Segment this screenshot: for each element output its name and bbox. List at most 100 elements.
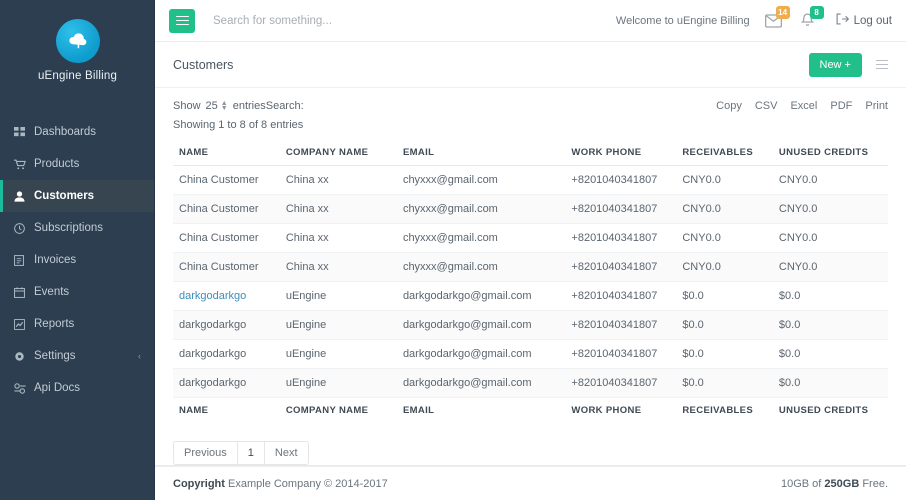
- cell-credits: $0.0: [772, 339, 888, 369]
- sidebar-item-events[interactable]: Events: [0, 276, 155, 308]
- page-length-value: 25: [205, 100, 218, 112]
- sidebar-item-customers[interactable]: Customers: [0, 180, 155, 212]
- hamburger-icon[interactable]: [169, 8, 195, 33]
- cell-company: China xx: [279, 252, 397, 282]
- pagination-previous[interactable]: Previous: [173, 441, 237, 465]
- table-row[interactable]: darkgodarkgo uEngine darkgodarkgo@gmail.co…: [173, 368, 888, 398]
- cell-company: uEngine: [279, 368, 397, 398]
- list-icon[interactable]: [876, 59, 888, 70]
- user-icon: [14, 190, 31, 202]
- cell-credits: $0.0: [772, 368, 888, 398]
- customers-card: Customers New + Show 25 ▲ ▼ entriesSearc…: [155, 42, 906, 466]
- sidebar-item-label: Settings: [34, 350, 76, 362]
- column-header-company[interactable]: COMPANY NAME: [279, 140, 397, 166]
- cell-name: darkgodarkgo: [173, 310, 280, 340]
- cell-credits: $0.0: [772, 281, 888, 311]
- page-length-select[interactable]: 25 ▲ ▼: [206, 100, 228, 112]
- customer-link[interactable]: darkgodarkgo: [179, 290, 246, 302]
- cell-phone: +8201040341807: [565, 339, 677, 369]
- cell-phone: +8201040341807: [565, 281, 677, 311]
- new-button[interactable]: New +: [808, 52, 862, 77]
- sidebar-item-label: Events: [34, 286, 70, 298]
- pdf-button[interactable]: PDF: [830, 100, 852, 112]
- sidebar-item-subscriptions[interactable]: Subscriptions: [0, 212, 155, 244]
- cell-email: darkgodarkgo@gmail.com: [396, 281, 566, 311]
- footer: Copyright Example Company © 2014-2017 10…: [155, 466, 906, 500]
- chart-line-icon: [14, 318, 31, 330]
- cell-email: darkgodarkgo@gmail.com: [396, 368, 566, 398]
- table-row[interactable]: darkgodarkgo uEngine darkgodarkgo@gmail.co…: [173, 281, 888, 311]
- sidebar-item-label: Customers: [34, 190, 95, 202]
- sliders-icon: [14, 382, 31, 394]
- grid-icon: [14, 126, 31, 138]
- storage-suffix: Free.: [859, 477, 888, 490]
- bell-badge: 8: [809, 5, 824, 19]
- pagination-page-1[interactable]: 1: [236, 441, 264, 465]
- sidebar-item-reports[interactable]: Reports: [0, 308, 155, 340]
- calendar-icon: [14, 286, 31, 298]
- cell-email: chyxxx@gmail.com: [396, 223, 566, 253]
- table-row[interactable]: China Customer China xx chyxxx@gmail.com +8…: [173, 223, 888, 253]
- footer-header-phone: WORK PHONE: [565, 397, 677, 423]
- page-title: Customers: [173, 57, 234, 72]
- logout-button[interactable]: Log out: [836, 13, 892, 28]
- sidebar-item-invoices[interactable]: Invoices: [0, 244, 155, 276]
- hamburger-line: [175, 15, 189, 18]
- cell-name: China Customer: [173, 194, 280, 224]
- cell-company: China xx: [279, 223, 397, 253]
- excel-button[interactable]: Excel: [790, 100, 817, 112]
- table-row[interactable]: China Customer China xx chyxxx@gmail.com +8…: [173, 165, 888, 195]
- hamburger-line: [175, 19, 189, 22]
- pagination-next[interactable]: Next: [263, 441, 309, 465]
- column-header-name[interactable]: NAME: [173, 140, 280, 166]
- sidebar-item-products[interactable]: Products: [0, 148, 155, 180]
- copy-button[interactable]: Copy: [716, 100, 742, 112]
- column-header-receivables[interactable]: RECEIVABLES: [676, 140, 773, 166]
- entries-search-label: entriesSearch:: [232, 100, 304, 112]
- chevron-updown-icon: ▲ ▼: [220, 100, 228, 112]
- sidebar-item-label: Products: [34, 158, 80, 170]
- cell-email: chyxxx@gmail.com: [396, 194, 566, 224]
- table-footer-row: NAME COMPANY NAME EMAIL WORK PHONE RECEI…: [173, 397, 888, 423]
- table-row[interactable]: China Customer China xx chyxxx@gmail.com +8…: [173, 252, 888, 282]
- sidebar-item-api-docs[interactable]: Api Docs: [0, 372, 155, 404]
- bell-icon[interactable]: 8: [798, 5, 824, 31]
- column-header-email[interactable]: EMAIL: [396, 140, 566, 166]
- column-header-phone[interactable]: WORK PHONE: [565, 140, 677, 166]
- cell-name: China Customer: [173, 252, 280, 282]
- brand[interactable]: uEngine Billing: [0, 0, 155, 100]
- cell-credits: CNY0.0: [772, 194, 888, 224]
- cell-phone: +8201040341807: [565, 165, 677, 195]
- pagination: Previous 1 Next: [173, 441, 888, 465]
- cell-receivables: CNY0.0: [676, 194, 773, 224]
- clock-icon: [14, 222, 31, 234]
- csv-button[interactable]: CSV: [755, 100, 778, 112]
- search-input[interactable]: [213, 14, 616, 27]
- datatable-controls-left: Show 25 ▲ ▼ entriesSearch: Showing 1 to 8…: [173, 100, 304, 131]
- table-body: China Customer China xx chyxxx@gmail.com +8…: [173, 165, 888, 398]
- footer-header-credits: UNUSED CREDITS: [772, 397, 888, 423]
- hamburger-line: [175, 23, 189, 26]
- table-row[interactable]: darkgodarkgo uEngine darkgodarkgo@gmail.co…: [173, 310, 888, 340]
- footer-header-company: COMPANY NAME: [279, 397, 397, 423]
- table-row[interactable]: darkgodarkgo uEngine darkgodarkgo@gmail.co…: [173, 339, 888, 369]
- sidebar-item-label: Invoices: [34, 254, 77, 266]
- sidebar-item-dashboards[interactable]: Dashboards: [0, 116, 155, 148]
- column-header-credits[interactable]: UNUSED CREDITS: [772, 140, 888, 166]
- sidebar-item-settings[interactable]: Settings ‹: [0, 340, 155, 372]
- cell-credits: $0.0: [772, 310, 888, 340]
- cell-company: China xx: [279, 165, 397, 195]
- cell-phone: +8201040341807: [565, 310, 677, 340]
- cell-phone: +8201040341807: [565, 252, 677, 282]
- print-button[interactable]: Print: [865, 100, 888, 112]
- mail-icon[interactable]: 14: [764, 5, 790, 31]
- cell-phone: +8201040341807: [565, 368, 677, 398]
- mail-badge: 14: [775, 5, 790, 19]
- table-row[interactable]: China Customer China xx chyxxx@gmail.com +8…: [173, 194, 888, 224]
- cell-name: darkgodarkgo: [173, 339, 280, 369]
- cell-receivables: CNY0.0: [676, 252, 773, 282]
- datatable-controls: Show 25 ▲ ▼ entriesSearch: Showing 1 to 8…: [173, 100, 888, 131]
- cell-name[interactable]: darkgodarkgo: [173, 281, 280, 311]
- app-root: uEngine Billing Dashboards Products Cust…: [0, 0, 906, 500]
- main-area: Welcome to uEngine Billing 14 8: [155, 0, 906, 500]
